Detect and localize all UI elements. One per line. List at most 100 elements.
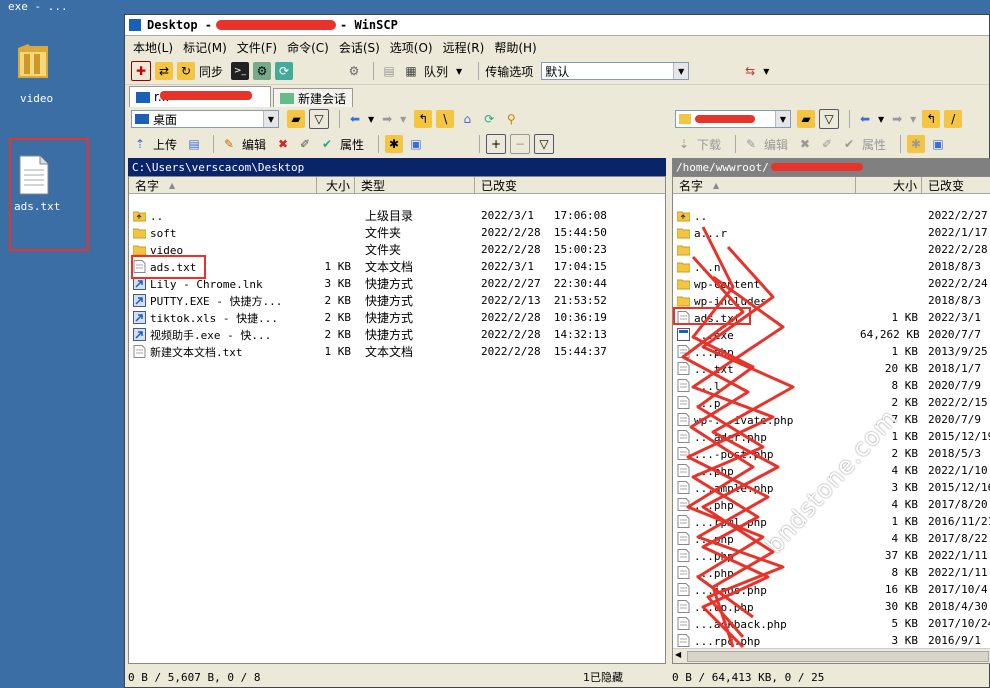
file-type: 快捷方式 xyxy=(365,311,414,325)
rename-icon[interactable]: ✐ xyxy=(296,135,314,153)
column-type[interactable]: 类型 xyxy=(355,177,475,193)
delete-icon[interactable]: ✖ xyxy=(796,135,814,153)
filter-icon[interactable]: ▽ xyxy=(309,109,329,129)
parent-dir-icon[interactable]: ↰ xyxy=(414,110,433,128)
back-arrow-icon[interactable]: ⬅ xyxy=(856,110,874,128)
chevron-down-icon[interactable]: ▼ xyxy=(910,115,916,124)
find-files-icon[interactable]: ⚲ xyxy=(502,110,520,128)
column-name[interactable]: 名字 ▲ xyxy=(129,177,317,193)
file-changed: 2022/2/28 15:44:37 xyxy=(481,345,607,358)
forward-arrow-icon[interactable]: ➡ xyxy=(888,110,906,128)
filter-icon[interactable]: ▽ xyxy=(819,109,839,129)
menu-remote[interactable]: 远程(R) xyxy=(443,39,485,56)
file-row[interactable]: 新建文本文档.txt 1 KB 文本文档 2022/2/28 15:44:37 xyxy=(129,343,665,360)
column-changed[interactable]: 已改变 xyxy=(475,177,665,193)
file-row[interactable]: ads.txt 1 KB 文本文档 2022/3/1 17:04:15 xyxy=(129,258,665,275)
open-folder-icon[interactable]: ▰ xyxy=(797,110,815,128)
title-bar[interactable]: Desktop - - WinSCP xyxy=(125,15,989,36)
properties-icon[interactable]: ✔ xyxy=(318,135,336,153)
download-button[interactable]: 下载 xyxy=(697,136,721,153)
menu-commands[interactable]: 命令(C) xyxy=(287,39,329,56)
file-row[interactable]: .. 上级目录 2022/3/1 17:06:08 xyxy=(129,207,665,224)
transfer-preset-select[interactable]: 默认 ▼ xyxy=(541,62,690,80)
menu-local[interactable]: 本地(L) xyxy=(133,39,173,56)
right-location-select[interactable]: ▼ xyxy=(675,110,791,128)
left-location-select[interactable]: 桌面 ▼ xyxy=(131,110,279,128)
edit-button[interactable]: 编辑 xyxy=(242,136,266,153)
file-changed: 2022/1/17 xyxy=(928,226,988,239)
file-row[interactable]: PUTTY.EXE - 快捷方... 2 KB 快捷方式 2022/2/13 21:5… xyxy=(129,292,665,309)
parent-dir-icon[interactable]: ↰ xyxy=(922,110,941,128)
menu-options[interactable]: 选项(O) xyxy=(390,39,433,56)
file-type: 上级目录 xyxy=(365,209,414,223)
file-row[interactable]: tiktok.xls - 快捷... 2 KB 快捷方式 2022/2/28 10:3… xyxy=(129,309,665,326)
edit-icon[interactable]: ✎ xyxy=(220,135,238,153)
chevron-down-icon[interactable]: ▼ xyxy=(878,115,884,124)
rename-icon[interactable]: ✐ xyxy=(818,135,836,153)
file-changed: 2022/1/10 xyxy=(928,464,988,477)
download-icon[interactable]: ⇣ xyxy=(675,135,693,153)
root-dir-icon[interactable]: / xyxy=(944,110,963,128)
upload-button[interactable]: 上传 xyxy=(153,136,177,153)
filter-icon[interactable]: ▽ xyxy=(534,134,555,154)
file-row[interactable]: 视频助手.exe - 快... 2 KB 快捷方式 2022/2/28 14:32:1… xyxy=(129,326,665,343)
putty-icon[interactable]: ⚙ xyxy=(253,62,272,80)
chevron-down-icon[interactable]: ▼ xyxy=(456,67,462,76)
new-folder-icon[interactable]: ✱ xyxy=(907,135,926,153)
queue-button[interactable]: 队列 xyxy=(424,63,448,80)
menu-mark[interactable]: 标记(M) xyxy=(183,39,227,56)
chevron-down-icon[interactable]: ▼ xyxy=(368,115,374,124)
edit-icon[interactable]: ✎ xyxy=(742,135,760,153)
sync-icon[interactable]: ↻ xyxy=(177,62,195,80)
compare-icon[interactable]: ✚ xyxy=(131,61,151,81)
transfer-settings-icon[interactable]: ⇆ xyxy=(741,62,759,80)
delete-icon[interactable]: ✖ xyxy=(274,135,292,153)
file-row[interactable]: soft 文件夹 2022/2/28 15:44:50 xyxy=(129,224,665,241)
edit-button[interactable]: 编辑 xyxy=(764,136,788,153)
column-size[interactable]: 大小 xyxy=(317,177,355,193)
back-arrow-icon[interactable]: ⬅ xyxy=(346,110,364,128)
file-changed: 2017/10/24 xyxy=(928,617,990,630)
menu-session[interactable]: 会话(S) xyxy=(339,39,380,56)
upload-icon[interactable]: ⇡ xyxy=(131,135,149,153)
file-row[interactable]: Lily - Chrome.lnk 3 KB 快捷方式 2022/2/27 22:30… xyxy=(129,275,665,292)
tab-new-session[interactable]: 新建会话 xyxy=(273,88,354,107)
forward-arrow-icon[interactable]: ➡ xyxy=(378,110,396,128)
new-folder-icon[interactable]: ✱ xyxy=(385,135,404,153)
hidden-files-count[interactable]: 1已隐藏 xyxy=(583,669,623,685)
chevron-down-icon[interactable]: ▼ xyxy=(763,67,769,76)
home-icon[interactable]: ⌂ xyxy=(458,110,476,128)
root-dir-icon[interactable]: \ xyxy=(436,110,455,128)
new-file-icon[interactable]: ▣ xyxy=(407,135,425,153)
column-changed[interactable]: 已改变 xyxy=(922,177,990,193)
terminal-icon[interactable]: >_ xyxy=(231,62,250,80)
properties-button[interactable]: 属性 xyxy=(340,136,364,153)
queue-list-icon[interactable]: ▤ xyxy=(380,62,398,80)
queue-icon[interactable]: ▦ xyxy=(402,62,420,80)
new-file-icon[interactable]: ▣ xyxy=(929,135,947,153)
horizontal-scrollbar[interactable]: ◀ xyxy=(673,648,990,663)
left-path-bar[interactable]: C:\Users\verscacom\Desktop xyxy=(128,158,666,176)
gear-icon[interactable]: ⚙ xyxy=(345,62,363,80)
properties-button[interactable]: 属性 xyxy=(862,136,886,153)
refresh-icon[interactable]: ⟳ xyxy=(275,62,294,80)
synchronize-browsing-icon[interactable]: ⇄ xyxy=(155,62,173,80)
tab-session[interactable]: r... xyxy=(129,86,271,107)
right-path-bar[interactable]: /home/wwwroot/ xyxy=(672,158,990,176)
scroll-left-icon[interactable]: ◀ xyxy=(675,650,681,659)
upload-options-icon[interactable]: ▤ xyxy=(185,135,203,153)
open-folder-icon[interactable]: ▰ xyxy=(287,110,305,128)
desktop-icon-video[interactable]: video xyxy=(12,40,56,110)
column-name[interactable]: 名字 ▲ xyxy=(673,177,856,193)
unselect-icon[interactable]: − xyxy=(510,134,531,154)
properties-icon[interactable]: ✔ xyxy=(840,135,858,153)
refresh-icon[interactable]: ⟳ xyxy=(480,110,498,128)
sync-button[interactable]: 同步 xyxy=(199,63,223,80)
chevron-down-icon[interactable]: ▼ xyxy=(400,115,406,124)
scrollbar-thumb[interactable] xyxy=(687,651,989,662)
menu-files[interactable]: 文件(F) xyxy=(237,39,277,56)
file-row[interactable]: video 文件夹 2022/2/28 15:00:23 xyxy=(129,241,665,258)
select-icon[interactable]: + xyxy=(486,134,507,154)
menu-help[interactable]: 帮助(H) xyxy=(494,39,536,56)
column-size[interactable]: 大小 xyxy=(856,177,922,193)
